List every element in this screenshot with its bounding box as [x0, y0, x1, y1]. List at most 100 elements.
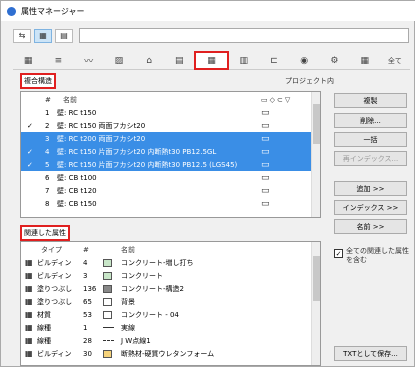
- markup-icon: ◉: [300, 55, 309, 66]
- tab-operations[interactable]: ⚙: [319, 52, 349, 69]
- related-row[interactable]: ▦ 材質 53 コンクリート - 04: [21, 308, 320, 321]
- row-name: 壁: RC t150 片面フカシt20 内断熱t30 PB12.5 (LGS45…: [57, 160, 238, 169]
- hatch-icon: ▨: [114, 55, 124, 66]
- col-name: 名前: [63, 95, 77, 104]
- related-scrollbar[interactable]: [311, 242, 320, 365]
- row-name: 壁: CB t120: [57, 186, 97, 195]
- reindex-button[interactable]: 再インデックス...: [334, 151, 407, 166]
- type-icon: ▦: [25, 323, 33, 332]
- tab-mep[interactable]: ⊏: [259, 52, 289, 69]
- swatch-icon: [103, 297, 112, 306]
- tab-markup[interactable]: ◉: [289, 52, 319, 69]
- type-icon: ▦: [25, 349, 33, 358]
- window-title: 属性マネージャー: [21, 6, 85, 16]
- tab-zones[interactable]: ▥: [229, 52, 259, 69]
- title-bar: 属性マネージャー: [1, 1, 415, 21]
- grid-view-icon[interactable]: ▦: [34, 28, 52, 43]
- related-row[interactable]: ▦ 線種 28 J W点線1: [21, 334, 320, 347]
- delete-button[interactable]: 削除...: [334, 113, 407, 128]
- composite-section-label: 複合構造: [20, 73, 56, 89]
- composite-row[interactable]: ✓ 2 壁: RC t150 両面フカシt20 ▭: [21, 119, 320, 132]
- index-button[interactable]: インデックス >>: [334, 200, 407, 215]
- tab-tables[interactable]: ▦: [350, 52, 380, 69]
- composite-row[interactable]: ✓ 5 壁: RC t150 片面フカシt20 内断熱t30 PB12.5 (L…: [21, 158, 320, 171]
- row-name: コンクリート: [121, 271, 163, 280]
- line-sample-icon: [103, 327, 114, 328]
- attribute-manager-window: 属性マネージャー ⇆ ▦ ▤ ▦ ≡ 〰 ▨ ⌂ ▤ ▦ ▥ ⊏ ◉ ⚙ ▦ 全…: [0, 0, 415, 367]
- composite-scrollbar[interactable]: [311, 92, 320, 217]
- related-row[interactable]: ▦ ビルディン 30 断熱材-硬質ウレタンフォーム: [21, 347, 320, 360]
- related-list[interactable]: タイプ # 名前 ▦ ビルディン 4 コンクリート-増し打ち ▦ ビルディン 3 …: [20, 241, 321, 366]
- row-name: 壁: RC t150 両面フカシt20: [57, 121, 146, 130]
- col-hash: #: [45, 95, 51, 104]
- composite-list[interactable]: # 名前 ▭◇⊂▽ 1 壁: RC t150 ▭ ✓ 2 壁: RC t150 両…: [20, 91, 321, 218]
- list-view-icon[interactable]: ▤: [55, 28, 73, 43]
- row-number: 65: [83, 297, 92, 306]
- type-icon: ▦: [25, 297, 33, 306]
- related-row[interactable]: ▦ ビルディン 4 コンクリート-増し打ち: [21, 256, 320, 269]
- swatch-icon: [103, 284, 112, 293]
- tab-layers[interactable]: ▦: [13, 52, 43, 69]
- composite-type-icon: ▭: [261, 185, 270, 196]
- tab-pens[interactable]: ≡: [43, 52, 73, 69]
- type-icon: ▦: [25, 258, 33, 267]
- row-number: 53: [83, 310, 92, 319]
- row-sample: [103, 310, 114, 319]
- composite-row[interactable]: 1 壁: RC t150 ▭: [21, 106, 320, 119]
- related-row[interactable]: ▦ 塗りつぶし 65 背景: [21, 295, 320, 308]
- composite-row[interactable]: 7 壁: CB t120 ▭: [21, 184, 320, 197]
- import-icon[interactable]: ⇆: [13, 28, 31, 43]
- pen-icon: ≡: [54, 55, 63, 66]
- swatch-icon: [103, 258, 112, 267]
- copy-button[interactable]: 複製: [334, 93, 407, 108]
- row-name: コンクリート-構造2: [121, 284, 184, 293]
- name-button[interactable]: 名前 >>: [334, 219, 407, 234]
- composite-row[interactable]: 8 壁: CB t150 ▭: [21, 197, 320, 210]
- save-txt-button[interactable]: TXTとして保存...: [334, 346, 407, 361]
- add-button[interactable]: 追加 >>: [334, 181, 407, 196]
- row-sample: [103, 349, 114, 358]
- replace-button[interactable]: 一括: [334, 132, 407, 147]
- row-type: 線種: [37, 336, 51, 345]
- related-header: タイプ # 名前: [21, 243, 320, 256]
- tab-all-label: 全て: [387, 56, 402, 65]
- composite-type-icon: ▭: [261, 172, 270, 183]
- row-number: 1: [45, 108, 50, 117]
- tab-line-types[interactable]: 〰: [73, 52, 103, 69]
- composite-row[interactable]: ✓ 4 壁: RC t150 片面フカシt20 内断熱t30 PB12.5GL …: [21, 145, 320, 158]
- related-row[interactable]: ▦ 塗りつぶし 136 コンクリート-構造2: [21, 282, 320, 295]
- row-name: コンクリート - 04: [121, 310, 179, 319]
- composite-type-icon: ▭: [261, 133, 270, 144]
- row-number: 7: [45, 186, 50, 195]
- composite-type-icon: ▭: [261, 159, 270, 170]
- type-icon: ▦: [25, 336, 33, 345]
- tab-profiles[interactable]: ▤: [164, 52, 194, 69]
- col-hash-related: #: [83, 245, 89, 254]
- row-number: 4: [45, 147, 50, 156]
- composite-type-icon: ▭: [261, 107, 270, 118]
- tab-all[interactable]: 全て: [380, 52, 410, 69]
- composite-row[interactable]: 3 壁: RC t200 両面フカシt20 ▭: [21, 132, 320, 145]
- tab-composites[interactable]: ▦: [194, 51, 229, 70]
- related-row[interactable]: ▦ ビルディン 3 コンクリート: [21, 269, 320, 282]
- attribute-tabs: ▦ ≡ 〰 ▨ ⌂ ▤ ▦ ▥ ⊏ ◉ ⚙ ▦ 全て: [13, 51, 410, 70]
- line-type-icon: 〰: [84, 57, 94, 67]
- row-name: J W点線1: [121, 336, 151, 345]
- material-icon: ⌂: [146, 55, 152, 66]
- col-type: タイプ: [41, 245, 62, 254]
- composite-type-icon: ▭: [261, 146, 270, 157]
- include-all-checkbox[interactable]: ✓: [334, 249, 343, 258]
- row-number: 8: [45, 199, 50, 208]
- tab-materials[interactable]: ⌂: [134, 52, 164, 69]
- row-name: 壁: RC t150 片面フカシt20 内断熱t30 PB12.5GL: [57, 147, 217, 156]
- tab-fills[interactable]: ▨: [104, 52, 134, 69]
- type-icon: ▦: [25, 284, 33, 293]
- header-icons: ▭◇⊂▽: [261, 95, 293, 104]
- composite-row[interactable]: 6 壁: CB t100 ▭: [21, 171, 320, 184]
- row-sample: [103, 297, 114, 306]
- search-input[interactable]: [79, 28, 409, 43]
- row-number: 136: [83, 284, 97, 293]
- swatch-icon: [103, 271, 112, 280]
- row-type: ビルディン: [37, 349, 72, 358]
- related-row[interactable]: ▦ 線種 1 実線: [21, 321, 320, 334]
